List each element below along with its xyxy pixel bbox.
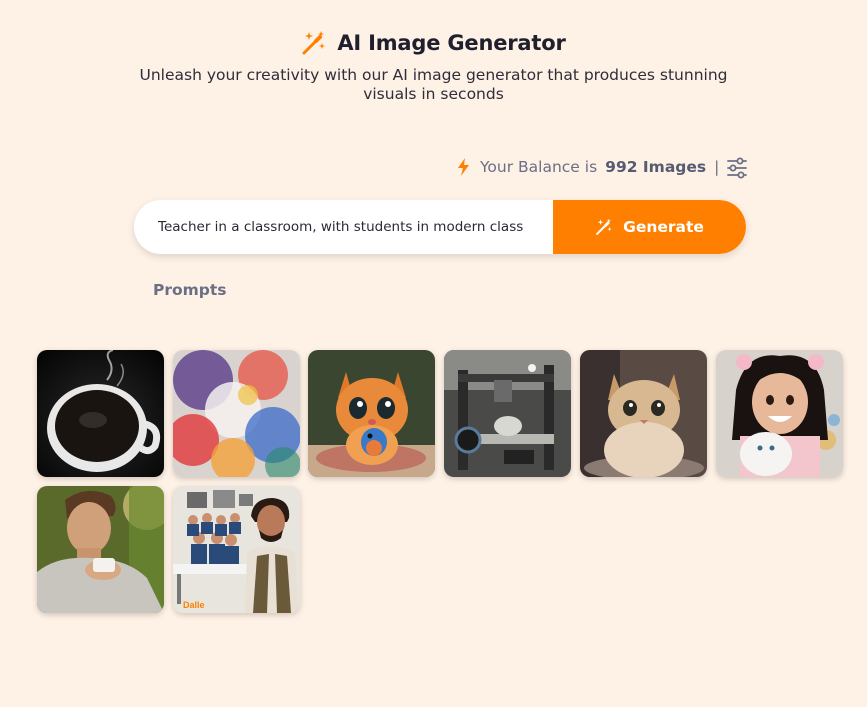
gallery-image-coffee-cup[interactable] [37,350,164,477]
magic-wand-icon [301,30,327,56]
page-title: AI Image Generator [337,31,566,55]
prompt-bar: Generate [134,200,746,254]
generate-button[interactable]: Generate [553,200,746,254]
settings-sliders-button[interactable] [726,157,748,179]
page-header: AI Image Generator Unleash your creativi… [0,30,867,104]
lightning-bolt-icon [456,157,472,177]
gallery-image-girl-with-cat[interactable] [716,350,843,477]
gallery-image-teacher-classroom[interactable]: Dalle [173,486,300,613]
generate-button-label: Generate [623,218,704,236]
gallery-image-3d-printer[interactable] [444,350,571,477]
balance-count: 992 Images [605,158,707,176]
gallery-image-abstract-paint[interactable] [173,350,300,477]
balance-indicator: Your Balance is 992 Images | [456,157,719,177]
page-subtitle: Unleash your creativity with our AI imag… [139,66,728,103]
gallery-image-man-with-cup[interactable] [37,486,164,613]
dalle-watermark: Dalle [183,600,205,610]
gallery-image-cartoon-cat[interactable] [308,350,435,477]
balance-prefix: Your Balance is [480,158,598,176]
title-row: AI Image Generator [0,30,867,56]
gallery-image-fluffy-cat[interactable] [580,350,707,477]
prompts-tab[interactable]: Prompts [153,281,227,299]
prompt-input[interactable] [134,200,553,254]
magic-wand-icon [595,218,613,236]
balance-separator: | [714,158,720,176]
sliders-icon [727,157,747,179]
